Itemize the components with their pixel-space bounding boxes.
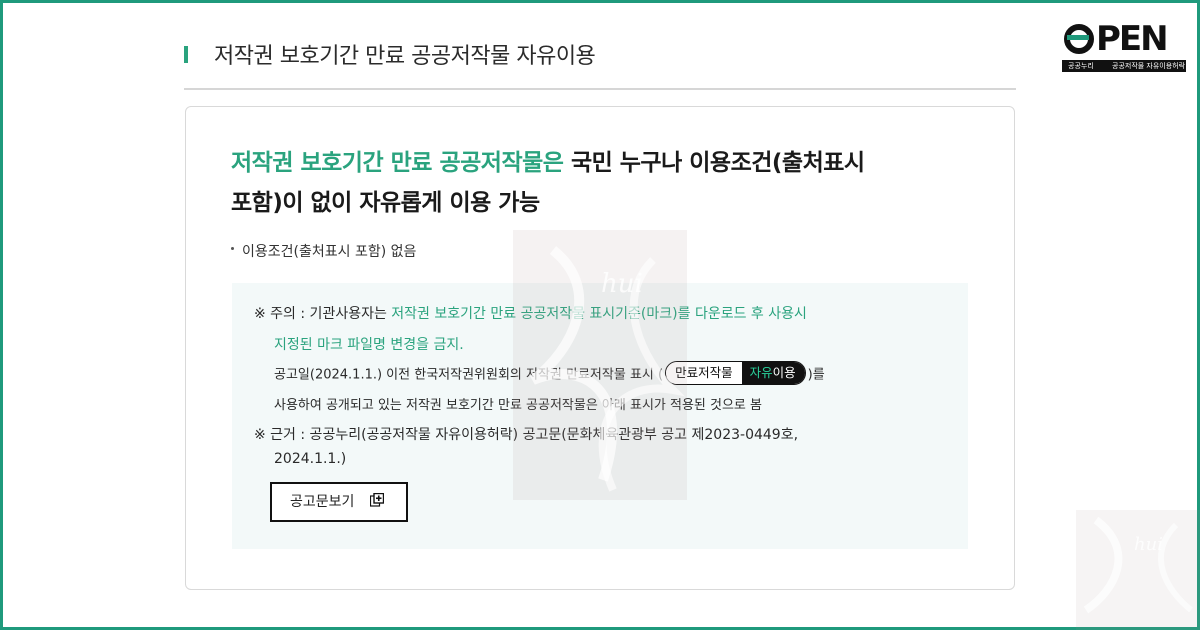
page-title: 저작권 보호기간 만료 공공저작물 자유이용: [214, 44, 596, 69]
mark-right-white: 이용: [772, 365, 796, 380]
view-announcement-label: 공고문보기: [290, 494, 355, 510]
svg-text:hui: hui: [601, 269, 643, 299]
watermark-corner-icon: hui: [1083, 516, 1193, 614]
condition-bullet: 이용조건(출처표시 포함) 없음: [231, 241, 416, 261]
caution-line2: 지정된 마크 파일명 변경을 금지.: [274, 337, 464, 353]
svg-text:hui: hui: [1134, 534, 1163, 555]
bullet-dot-icon: [231, 246, 234, 250]
lead-line2: 포함)이 없이 자유롭게 이용 가능: [231, 190, 540, 216]
announce-after: )를: [807, 367, 825, 383]
mark-right-green: 자유: [749, 365, 773, 380]
open-document-icon: [370, 493, 384, 507]
watermark-swirl-icon: hui: [529, 246, 686, 492]
logo-word: PEN: [1096, 19, 1169, 59]
mark-right-label: 자유이용: [741, 362, 805, 384]
title-accent-bar: [184, 46, 188, 63]
basis-line2: 2024.1.1.): [274, 451, 347, 467]
logo-strip-left: 공공누리: [1068, 62, 1094, 70]
bullet-text: 이용조건(출처표시 포함) 없음: [242, 244, 417, 260]
section-header: 저작권 보호기간 만료 공공저작물 자유이용: [184, 38, 1016, 90]
open-logo: PEN 공공누리 공공저작물 자유이용허락: [1062, 20, 1186, 74]
view-announcement-button[interactable]: 공고문보기: [270, 482, 408, 522]
lead-text: 저작권 보호기간 만료 공공저작물은 국민 누구나 이용조건(출처표시 포함)이…: [231, 143, 971, 223]
watermark-image: hui: [513, 230, 687, 500]
logo-strip: 공공누리 공공저작물 자유이용허락: [1062, 60, 1186, 72]
lead-rest-line1: 국민 누구나 이용조건(출처표시: [563, 150, 865, 176]
logo-strip-right: 공공저작물 자유이용허락: [1112, 62, 1186, 70]
watermark-corner-image: hui: [1076, 510, 1200, 630]
lead-highlight: 저작권 보호기간 만료 공공저작물은: [231, 150, 564, 176]
caution-prefix: ※ 주의 : 기관사용자는: [254, 306, 392, 322]
logo-o-dash: [1067, 35, 1089, 40]
